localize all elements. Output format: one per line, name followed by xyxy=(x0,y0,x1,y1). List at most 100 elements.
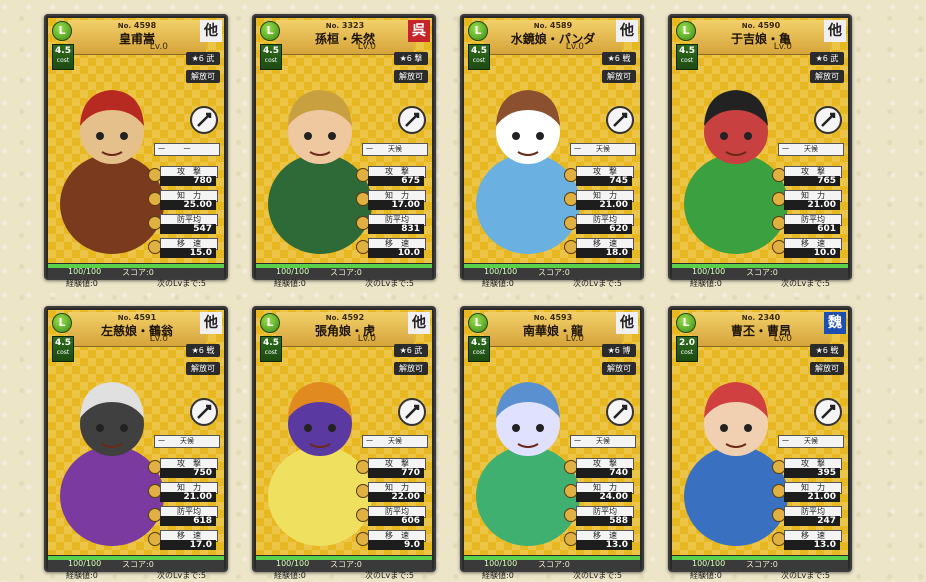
next-level-text: 次のLvまで:5 xyxy=(781,571,830,580)
stat-value: 547 xyxy=(160,224,216,234)
exp-info: 経験値:0 次のLvまで:5 xyxy=(670,278,850,290)
exp-info: 経験値:0 次のLvまで:5 xyxy=(46,570,226,582)
stat-row: 知 力 21.00 xyxy=(772,482,844,504)
stat-row: 攻 撃 750 xyxy=(148,458,220,480)
stat-value: 618 xyxy=(160,516,216,526)
card-footer: 100/100 スコア:0 xyxy=(48,264,224,278)
stat-row: 攻 撃 740 xyxy=(564,458,636,480)
release-button[interactable]: 解放可 xyxy=(602,362,636,375)
stat-value: 24.00 xyxy=(576,492,632,502)
card-level: Lv.0 xyxy=(773,334,792,344)
skill-label: 一天候 xyxy=(362,435,428,448)
stat-value: 745 xyxy=(576,176,632,186)
stat-row: 移 速 10.0 xyxy=(772,238,844,260)
cost-badge: 2.0 cost xyxy=(676,336,698,362)
cost-value: 4.5 xyxy=(679,46,695,56)
unit-card[interactable]: No. 4598 皇甫嵩 Lv.0 L 4.5 cost 他 ★6 武 解放可 … xyxy=(44,14,228,288)
stat-value: 740 xyxy=(576,468,632,478)
unit-card[interactable]: No. 4591 左慈娘・鶴翁 Lv.0 L 4.5 cost 他 ★6 戦 解… xyxy=(44,306,228,580)
stat-row: 攻 撃 745 xyxy=(564,166,636,188)
card-level: Lv.0 xyxy=(773,42,792,52)
exp-text: 経験値:0 xyxy=(274,571,306,580)
card-footer: 100/100 スコア:0 xyxy=(672,556,848,570)
stat-row: 攻 撃 765 xyxy=(772,166,844,188)
stat-value: 675 xyxy=(368,176,424,186)
card-number: 3323 xyxy=(341,21,365,30)
exp-info: 経験値:0 次のLvまで:5 xyxy=(254,278,434,290)
stat-value: 750 xyxy=(160,468,216,478)
stat-value: 601 xyxy=(784,224,840,234)
stat-value: 17.0 xyxy=(160,540,216,550)
weapon-icon xyxy=(398,106,426,134)
card-title-bar: No. 4598 皇甫嵩 Lv.0 xyxy=(68,20,206,55)
next-level-text: 次のLvまで:5 xyxy=(365,279,414,288)
score-text: スコア:0 xyxy=(330,560,362,569)
card-title-bar: No. 3323 孫桓・朱然 Lv.0 xyxy=(276,20,414,55)
stat-row: 知 力 21.00 xyxy=(772,190,844,212)
card-name: 皇甫嵩 xyxy=(118,32,155,46)
exp-info: 経験値:0 次のLvまで:5 xyxy=(46,278,226,290)
card-level: Lv.0 xyxy=(565,334,584,344)
exp-info: 経験値:0 次のLvまで:5 xyxy=(462,278,642,290)
unit-card[interactable]: No. 4592 張角娘・虎 Lv.0 L 4.5 cost 他 ★6 武 解放… xyxy=(252,306,436,580)
weapon-icon xyxy=(606,106,634,134)
card-title-bar: No. 2340 曹丕・曹昂 Lv.0 xyxy=(692,312,830,347)
rarity-badge: ★6 戦 xyxy=(810,344,844,357)
unit-card[interactable]: No. 4590 于吉娘・亀 Lv.0 L 4.5 cost 他 ★6 武 解放… xyxy=(668,14,852,288)
stat-value: 780 xyxy=(160,176,216,186)
stat-value: 21.00 xyxy=(784,492,840,502)
rarity-badge: ★6 撃 xyxy=(394,52,428,65)
card-name: 于吉娘・亀 xyxy=(730,32,791,46)
release-button[interactable]: 解放可 xyxy=(186,70,220,83)
cost-value: 4.5 xyxy=(471,46,487,56)
exp-text: 経験値:0 xyxy=(690,279,722,288)
release-button[interactable]: 解放可 xyxy=(602,70,636,83)
weapon-icon xyxy=(606,398,634,426)
unit-card[interactable]: No. 3323 孫桓・朱然 Lv.0 L 4.5 cost 呉 ★6 撃 解放… xyxy=(252,14,436,288)
stat-value: 13.0 xyxy=(784,540,840,550)
stat-row: 移 速 10.0 xyxy=(356,238,428,260)
stat-row: 攻 撃 675 xyxy=(356,166,428,188)
card-art: No. 4593 南華娘・龍 Lv.0 L 4.5 cost 他 ★6 博 解放… xyxy=(464,310,640,555)
score-text: スコア:0 xyxy=(330,268,362,277)
next-level-text: 次のLvまで:5 xyxy=(781,279,830,288)
cost-value: 4.5 xyxy=(55,46,71,56)
stat-value: 21.00 xyxy=(576,200,632,210)
hp-text: 100/100 xyxy=(276,267,310,276)
card-level: Lv.0 xyxy=(357,42,376,52)
cost-value: 4.5 xyxy=(55,338,71,348)
hp-text: 100/100 xyxy=(692,267,726,276)
l-badge-icon: L xyxy=(52,313,72,333)
card-footer: 100/100 スコア:0 xyxy=(672,264,848,278)
unit-card[interactable]: No. 4589 水鏡娘・パンダ Lv.0 L 4.5 cost 他 ★6 戦 … xyxy=(460,14,644,288)
card-art: No. 4589 水鏡娘・パンダ Lv.0 L 4.5 cost 他 ★6 戦 … xyxy=(464,18,640,263)
next-level-text: 次のLvまで:5 xyxy=(573,279,622,288)
unit-card[interactable]: No. 2340 曹丕・曹昂 Lv.0 L 2.0 cost 魏 ★6 戦 解放… xyxy=(668,306,852,580)
release-button[interactable]: 解放可 xyxy=(394,70,428,83)
stat-row: 知 力 21.00 xyxy=(564,190,636,212)
score-text: スコア:0 xyxy=(122,268,154,277)
card-footer: 100/100 スコア:0 xyxy=(256,556,432,570)
release-button[interactable]: 解放可 xyxy=(810,70,844,83)
stat-row: 知 力 22.00 xyxy=(356,482,428,504)
stat-row: 移 速 18.0 xyxy=(564,238,636,260)
release-button[interactable]: 解放可 xyxy=(186,362,220,375)
hp-text: 100/100 xyxy=(484,267,518,276)
release-button[interactable]: 解放可 xyxy=(394,362,428,375)
stat-value: 588 xyxy=(576,516,632,526)
faction-badge: 他 xyxy=(200,20,222,42)
stat-value: 10.0 xyxy=(368,248,424,258)
exp-info: 経験値:0 次のLvまで:5 xyxy=(462,570,642,582)
unit-card[interactable]: No. 4593 南華娘・龍 Lv.0 L 4.5 cost 他 ★6 博 解放… xyxy=(460,306,644,580)
stat-value: 620 xyxy=(576,224,632,234)
weapon-icon xyxy=(398,398,426,426)
release-button[interactable]: 解放可 xyxy=(810,362,844,375)
stat-value: 9.0 xyxy=(368,540,424,550)
stat-row: 移 速 9.0 xyxy=(356,530,428,552)
card-number: 4590 xyxy=(757,21,781,30)
card-name: 孫桓・朱然 xyxy=(314,32,375,46)
card-number: 4598 xyxy=(133,21,157,30)
cost-badge: 4.5 cost xyxy=(52,336,74,362)
card-footer: 100/100 スコア:0 xyxy=(256,264,432,278)
l-badge-icon: L xyxy=(52,21,72,41)
